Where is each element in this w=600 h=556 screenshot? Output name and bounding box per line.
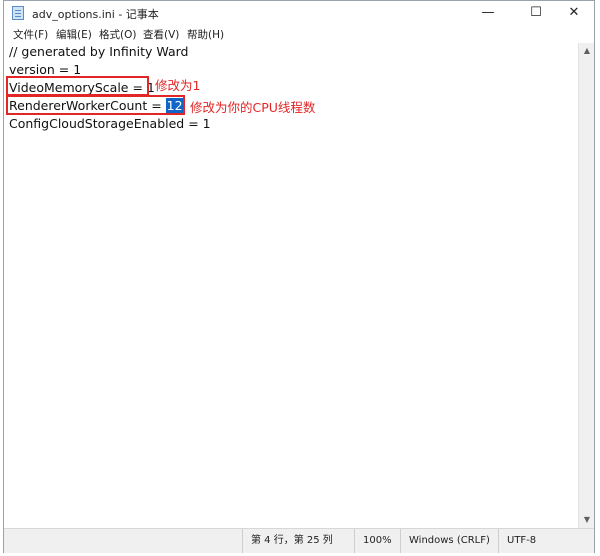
menu-edit[interactable]: 编辑(E) [56, 27, 92, 42]
status-bar: 第 4 行，第 25 列 100% Windows (CRLF) UTF-8 [4, 528, 594, 553]
menu-bar: 文件(F) 编辑(E) 格式(O) 查看(V) 帮助(H) [4, 25, 594, 43]
annotation-box-video-memory [6, 76, 149, 96]
annotation-video-memory: 修改为1 [155, 78, 201, 93]
editor-line: version = 1 [9, 62, 82, 77]
menu-format[interactable]: 格式(O) [99, 27, 136, 42]
scroll-up-icon[interactable]: ▲ [579, 43, 595, 59]
minimize-button[interactable]: — [466, 1, 510, 25]
zoom-level: 100% [354, 529, 400, 553]
title-bar[interactable]: adv_options.ini - 记事本 — ☐ ✕ [4, 1, 594, 25]
menu-file[interactable]: 文件(F) [13, 27, 48, 42]
line-ending: Windows (CRLF) [400, 529, 498, 553]
encoding: UTF-8 [498, 529, 542, 553]
menu-view[interactable]: 查看(V) [143, 27, 179, 42]
editor-line: ConfigCloudStorageEnabled = 1 [9, 116, 211, 131]
text-editor[interactable]: // generated by Infinity Ward version = … [4, 43, 578, 528]
annotation-box-renderer-worker [6, 95, 185, 115]
notepad-icon [12, 6, 24, 20]
scroll-down-icon[interactable]: ▼ [579, 512, 595, 528]
annotation-renderer-worker: 修改为你的CPU线程数 [190, 100, 316, 115]
window-title: adv_options.ini - 记事本 [32, 8, 159, 21]
cursor-position: 第 4 行，第 25 列 [242, 529, 354, 553]
menu-help[interactable]: 帮助(H) [187, 27, 224, 42]
close-button[interactable]: ✕ [552, 1, 596, 25]
vertical-scrollbar[interactable]: ▲ ▼ [578, 43, 594, 528]
editor-line: // generated by Infinity Ward [9, 44, 189, 59]
notepad-window: adv_options.ini - 记事本 — ☐ ✕ 文件(F) 编辑(E) … [3, 0, 595, 553]
